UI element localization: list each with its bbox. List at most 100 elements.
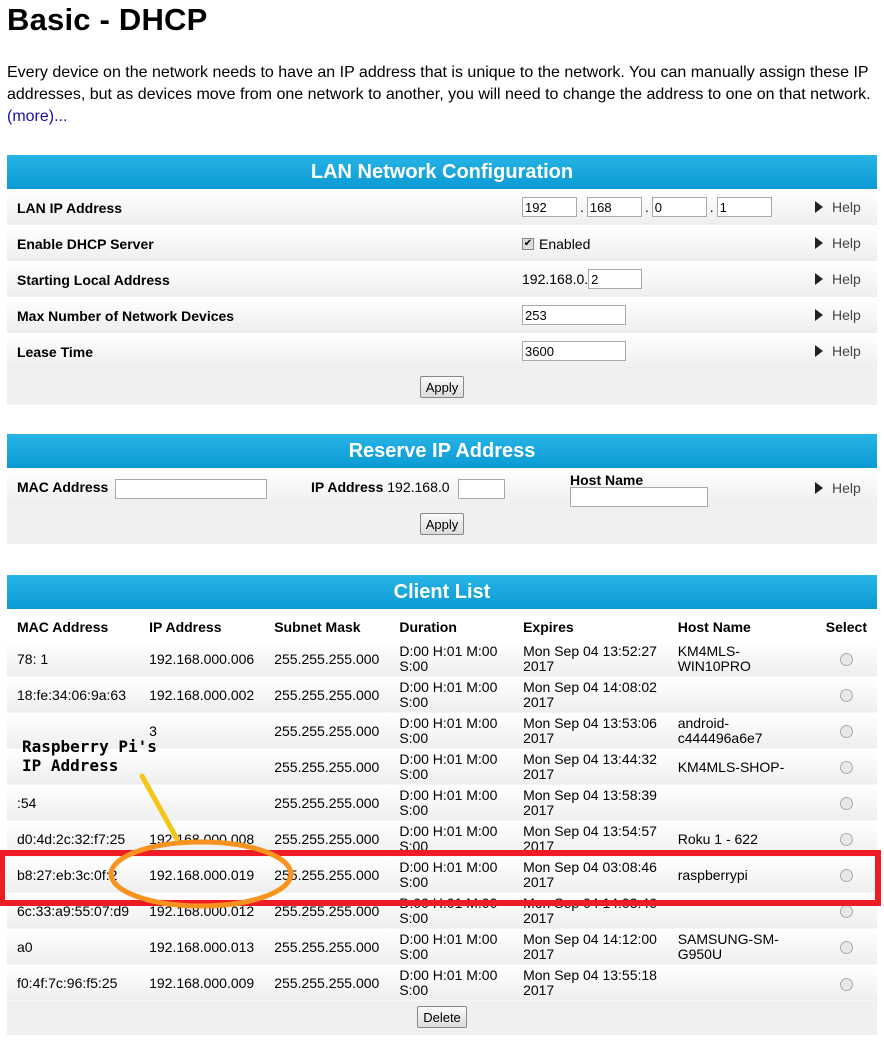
client-select-radio[interactable] xyxy=(839,833,853,847)
client-select-radio[interactable] xyxy=(839,977,853,991)
client-host: raspberrypi xyxy=(667,856,816,893)
client-host: SAMSUNG-SM-G950U xyxy=(667,928,816,965)
annotation-label: Raspberry Pi's IP Address xyxy=(22,737,157,775)
cell-line: S:00 xyxy=(399,838,429,854)
lan-config-header: LAN Network Configuration xyxy=(7,155,877,189)
client-ip: 192.168.000.009 xyxy=(139,964,265,1001)
col-host: Host Name xyxy=(667,609,816,641)
client-expires: Mon Sep 04 14:03:46 2017 xyxy=(513,892,668,929)
max-devices-input[interactable] xyxy=(522,305,626,325)
cell-line: D:00 H:01 M:00 xyxy=(399,643,498,659)
lan-ip-help-link[interactable]: Help xyxy=(815,199,861,215)
client-expires: Mon Sep 04 13:58:39 2017 xyxy=(513,784,668,821)
client-row: f0:4f:7c:96:f5:25 192.168.000.009 255.255.… xyxy=(7,964,877,1001)
client-table-header: MAC Address IP Address Subnet Mask Durat… xyxy=(7,609,877,641)
lan-ip-octet-3[interactable] xyxy=(651,197,707,217)
reserve-host-input[interactable] xyxy=(570,487,708,507)
client-select-radio[interactable] xyxy=(839,725,853,739)
client-mac: :54 xyxy=(7,784,140,821)
client-select xyxy=(815,892,877,929)
dhcp-label: Enable DHCP Server xyxy=(17,236,154,252)
lan-apply-row: Apply xyxy=(7,369,877,405)
cell-line: Mon Sep 04 13:54:57 xyxy=(523,823,657,839)
client-select xyxy=(815,784,877,821)
lease-time-input[interactable] xyxy=(522,341,626,361)
client-duration: D:00 H:01 M:00 S:00 xyxy=(389,820,514,857)
cell-line: 2017 xyxy=(523,730,555,746)
more-link[interactable]: (more)... xyxy=(7,108,67,125)
client-duration: D:00 H:01 M:00 S:00 xyxy=(389,856,514,893)
client-ip: 192.168.000.012 xyxy=(139,892,265,929)
reserve-help-link[interactable]: Help xyxy=(815,480,861,496)
client-list-section: Client List MAC Address IP Address Subne… xyxy=(7,575,877,1035)
client-mask: 255.255.255.000 xyxy=(264,856,390,893)
lan-apply-button[interactable]: Apply xyxy=(419,376,465,398)
client-row: b8:27:eb:3c:0f:2 192.168.000.019 255.255.2… xyxy=(7,856,877,893)
client-host: Roku 1 - 622 xyxy=(667,820,816,857)
client-row: 78: 1 192.168.000.006 255.255.255.000 D:00 … xyxy=(7,640,877,677)
client-select-radio[interactable] xyxy=(839,905,853,919)
cell-line: D:00 H:01 M:00 xyxy=(399,823,498,839)
client-select-radio[interactable] xyxy=(839,653,853,667)
lan-ip-octet-4[interactable] xyxy=(716,197,772,217)
max-devices-row: Max Number of Network Devices Help xyxy=(7,297,877,333)
max-devices-help-link[interactable]: Help xyxy=(815,307,861,323)
client-select-radio[interactable] xyxy=(839,869,853,883)
dhcp-help-link[interactable]: Help xyxy=(815,235,861,251)
client-duration: D:00 H:01 M:00 S:00 xyxy=(389,964,514,1001)
lan-ip-octet-2[interactable] xyxy=(586,197,642,217)
client-expires: Mon Sep 04 03:08:46 2017 xyxy=(513,856,668,893)
lease-time-help-link[interactable]: Help xyxy=(815,343,861,359)
lease-time-value xyxy=(522,341,626,361)
cell-line: S:00 xyxy=(399,802,429,818)
starting-address-input[interactable] xyxy=(588,269,643,289)
client-list-header: Client List xyxy=(7,575,877,609)
client-select-radio[interactable] xyxy=(839,689,853,703)
cell-line: Mon Sep 04 13:44:32 xyxy=(523,751,657,767)
lan-ip-octet-1[interactable] xyxy=(522,197,577,217)
cell-line: S:00 xyxy=(399,874,429,890)
help-label: Help xyxy=(832,307,861,323)
cell-line: Mon Sep 04 14:03:46 xyxy=(523,895,657,911)
starting-address-help-link[interactable]: Help xyxy=(815,271,861,287)
col-select: Select xyxy=(815,609,877,641)
client-select-radio[interactable] xyxy=(839,797,853,811)
triangle-right-icon xyxy=(815,273,823,285)
client-host: KM4MLS-SHOP- xyxy=(667,748,816,785)
cell-line: D:00 H:01 M:00 xyxy=(399,931,498,947)
reserve-apply-button[interactable]: Apply xyxy=(419,513,465,535)
client-duration: D:00 H:01 M:00 S:00 xyxy=(389,928,514,965)
cell-line: S:00 xyxy=(399,946,429,962)
client-row: d0:4d:2c:32:f7:25 192.168.000.008 255.255.… xyxy=(7,820,877,857)
client-ip: 3 xyxy=(139,712,265,749)
client-expires: Mon Sep 04 14:12:00 2017 xyxy=(513,928,668,965)
cell-line: D:00 H:01 M:00 xyxy=(399,859,498,875)
client-table: MAC Address IP Address Subnet Mask Durat… xyxy=(7,609,877,1001)
client-expires: Mon Sep 04 14:08:02 2017 xyxy=(513,676,668,713)
reserve-ip-input[interactable] xyxy=(458,479,505,499)
client-mac: 18:fe:34:06:9a:63 xyxy=(7,676,140,713)
cell-line: Mon Sep 04 13:52:27 xyxy=(523,643,657,659)
col-mac: MAC Address xyxy=(7,609,140,641)
intro-text: Every device on the network needs to hav… xyxy=(7,62,879,128)
starting-address-row: Starting Local Address 192.168.0. Help xyxy=(7,261,877,297)
max-devices-label: Max Number of Network Devices xyxy=(17,308,235,324)
client-ip: 192.168.000.013 xyxy=(139,928,265,965)
cell-line: 2017 xyxy=(523,946,555,962)
col-mask: Subnet Mask xyxy=(264,609,390,641)
client-select-radio[interactable] xyxy=(839,941,853,955)
delete-button[interactable]: Delete xyxy=(417,1006,467,1028)
cell-line: S:00 xyxy=(399,658,429,674)
client-select-radio[interactable] xyxy=(839,761,853,775)
dhcp-enabled-checkbox[interactable]: ✔ xyxy=(522,238,534,250)
triangle-right-icon xyxy=(815,482,823,494)
reserve-mac-input[interactable] xyxy=(115,479,267,499)
help-label: Help xyxy=(832,480,861,496)
client-mac: f0:4f:7c:96:f5:25 xyxy=(7,964,140,1001)
client-ip xyxy=(139,784,265,821)
cell-line: 2017 xyxy=(523,766,555,782)
client-duration: D:00 H:01 M:00 S:00 xyxy=(389,712,514,749)
cell-line: 2017 xyxy=(523,874,555,890)
cell-line: S:00 xyxy=(399,766,429,782)
cell-line: D:00 H:01 M:00 xyxy=(399,751,498,767)
